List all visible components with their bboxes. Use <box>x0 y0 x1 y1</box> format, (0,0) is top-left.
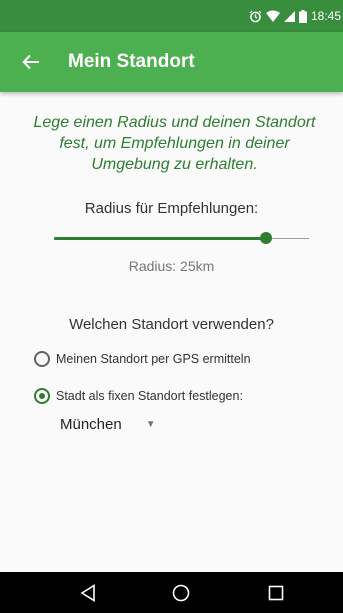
slider-thumb[interactable] <box>260 232 272 244</box>
chevron-down-icon: ▼ <box>145 419 156 430</box>
arrow-back-icon[interactable] <box>18 49 44 75</box>
battery-icon <box>298 9 307 23</box>
status-time: 18:45 <box>310 9 341 23</box>
gps-radio[interactable] <box>34 351 50 367</box>
radius-value: Radius: 25km <box>128 258 215 274</box>
fixed-city-option-label: Stadt als fixen Standort festlegen: <box>56 389 243 403</box>
app-bar: Mein Standort <box>0 32 343 92</box>
intro-text: Lege einen Radius und deinen Standort fe… <box>33 114 316 173</box>
city-value: München <box>60 416 122 433</box>
status-icons: 18:45 <box>249 8 341 24</box>
gps-option-label: Meinen Standort per GPS ermitteln <box>56 352 251 366</box>
wifi-icon <box>265 10 280 22</box>
recents-square-icon[interactable] <box>265 582 287 604</box>
slider-track-filled <box>54 237 266 240</box>
slider-track <box>272 238 309 239</box>
gps-option[interactable]: Meinen Standort per GPS ermitteln <box>34 351 251 367</box>
home-circle-icon[interactable] <box>170 582 192 604</box>
radius-label: Radius für Empfehlungen: <box>84 200 259 217</box>
fixed-city-radio[interactable] <box>34 388 50 404</box>
fixed-city-option[interactable]: Stadt als fixen Standort festlegen: <box>34 388 243 404</box>
back-triangle-icon[interactable] <box>77 582 99 604</box>
signal-icon <box>283 10 295 22</box>
status-bar: 18:45 <box>0 0 343 32</box>
alarm-icon <box>249 10 262 23</box>
navigation-bar <box>0 572 343 613</box>
radius-slider[interactable] <box>54 228 309 248</box>
page-title: Mein Standort <box>68 51 195 72</box>
city-dropdown[interactable]: München ▼ <box>60 416 156 433</box>
location-question: Welchen Standort verwenden? <box>69 316 274 333</box>
